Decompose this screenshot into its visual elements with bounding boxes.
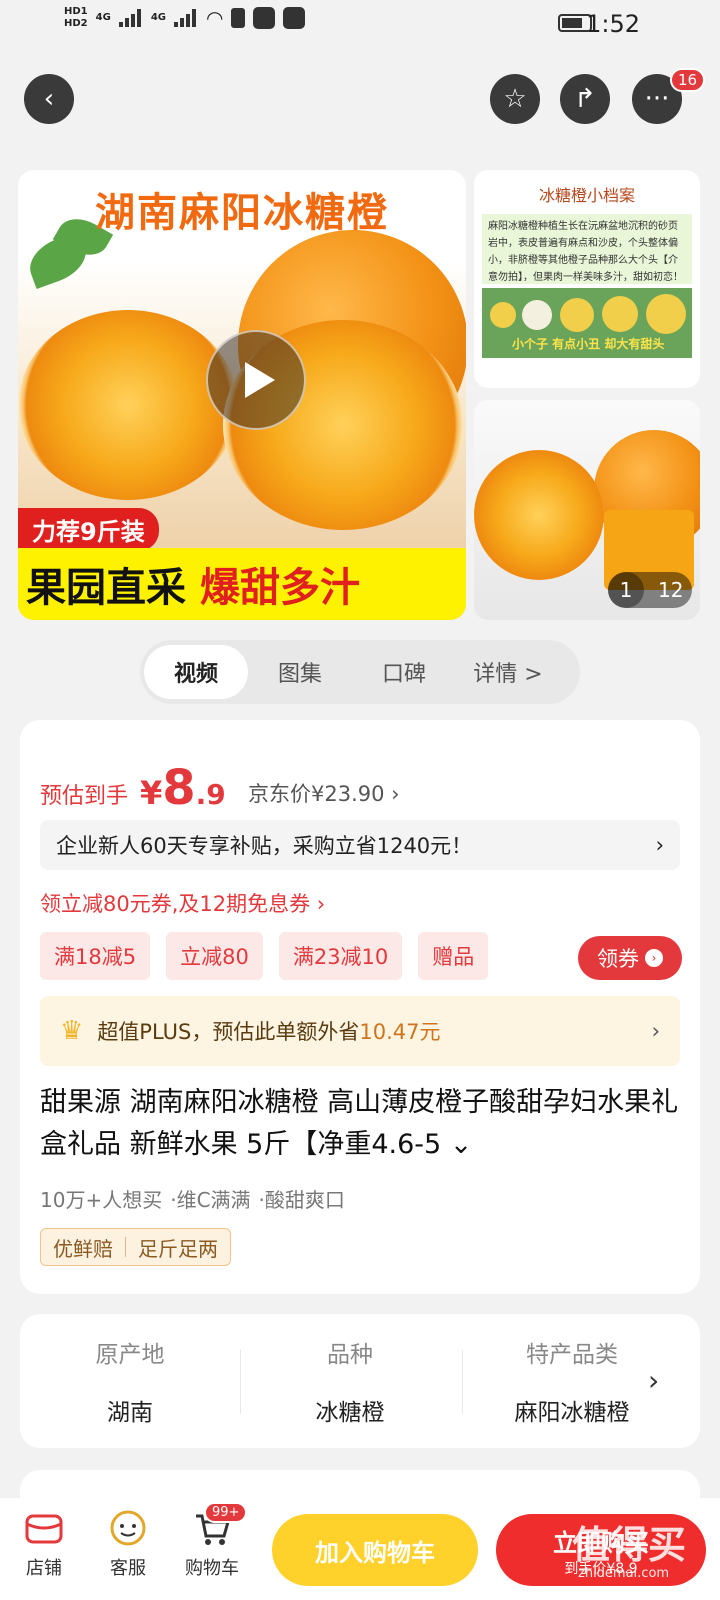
notification-icon (231, 8, 246, 28)
star-icon: ☆ (503, 84, 527, 114)
service-icon (108, 1508, 148, 1548)
status-bar: HD1 HD2 4G 4G ◠ 1:52 (0, 0, 720, 50)
back-button[interactable]: ‹ (24, 74, 74, 124)
message-icon (283, 7, 306, 29)
cart-badge: 99+ (204, 1502, 248, 1523)
product-highlights: 10万+人想买 ·维C满满 ·酸甜爽口 (40, 1188, 345, 1212)
favorite-button[interactable]: ☆ (490, 74, 540, 124)
play-video-button[interactable] (206, 330, 306, 430)
status-time: 1:52 (586, 10, 640, 38)
guarantee-badges[interactable]: 优鲜赔 足斤足两 (40, 1228, 231, 1266)
product-title[interactable]: 甜果源 湖南麻阳冰糖橙 高山薄皮橙子酸甜孕妇水果礼盒礼品 新鲜水果 5斤【净重4… (40, 1082, 680, 1166)
share-button[interactable]: ↱ (560, 74, 610, 124)
estimated-price: ¥8.9 (140, 760, 226, 816)
orange-image (474, 450, 604, 580)
store-icon (24, 1508, 64, 1548)
network-type-2: 4G (150, 12, 166, 23)
attribute-origin: 原产地 湖南 (95, 1342, 165, 1426)
attribute-variety: 品种 冰糖橙 (315, 1342, 385, 1426)
chevron-right-icon: › (645, 949, 663, 967)
orange-image (18, 310, 238, 500)
orange-size-comparison: 小个子 有点小丑 却大有甜头 (482, 288, 692, 358)
gallery-pager: 1 12 (608, 572, 692, 608)
product-info-card: 预估到手 ¥8.9 京东价¥23.90 › 企业新人60天专享补贴，采购立省12… (20, 720, 700, 1294)
wifi-icon: ◠ (205, 6, 224, 30)
promo-chip[interactable]: 满18减5 (40, 932, 151, 980)
image-banner: 果园直采 爆甜多汁 (18, 548, 466, 620)
signal-icon (118, 9, 143, 27)
more-icon: ··· (644, 84, 670, 114)
status-icons: HD1 HD2 4G 4G ◠ (64, 6, 306, 30)
get-coupon-button[interactable]: 领券 › (578, 936, 682, 980)
chevron-right-icon: › (648, 1364, 660, 1397)
store-button[interactable]: 店铺 (4, 1508, 84, 1580)
image-tag: 力荐9斤装 (18, 508, 159, 551)
tab-details[interactable]: 详情 > (456, 645, 560, 699)
more-badge: 16 (670, 68, 706, 92)
plus-savings-banner[interactable]: ♛ 超值PLUS，预估此单额外省 10.47元 › (40, 996, 680, 1066)
signal-icon (173, 9, 198, 27)
gallery-thumbnail[interactable]: 冰糖橙小档案 麻阳冰糖橙种植生长在沅麻盆地沉积的砂页岩中，表皮普遍有麻点和沙皮，… (474, 170, 700, 388)
customer-service-button[interactable]: 客服 (88, 1508, 168, 1580)
chevron-right-icon: › (651, 1019, 660, 1043)
network-type-1: 4G (95, 12, 111, 23)
subsidy-banner[interactable]: 企业新人60天专享补贴，采购立省1240元！ › (40, 820, 680, 870)
chevron-left-icon: ‹ (43, 84, 55, 114)
media-tabs: 视频 图集 口碑 详情 > (140, 640, 580, 704)
tab-gallery[interactable]: 图集 (248, 645, 352, 699)
estimated-price-label: 预估到手 (40, 784, 129, 809)
promo-chip[interactable]: 满23减10 (278, 932, 403, 980)
jd-price-link[interactable]: 京东价¥23.90 › (248, 778, 400, 808)
promo-chips: 满18减5 立减80 满23减10 赠品 (40, 932, 489, 980)
watermark-url: zhidemai.com (578, 1566, 670, 1581)
promo-chip[interactable]: 赠品 (418, 932, 489, 980)
product-attributes-card[interactable]: 原产地 湖南 品种 冰糖橙 特产品类 麻阳冰糖橙 › (20, 1314, 700, 1448)
share-icon: ↱ (574, 84, 596, 114)
thumbnail-text: 麻阳冰糖橙种植生长在沅麻盆地沉积的砂页岩中，表皮普遍有麻点和沙皮，个头整体偏小，… (482, 214, 692, 284)
coupon-promo-link[interactable]: 领立减80元券,及12期免息券 › (40, 888, 325, 918)
promo-chip[interactable]: 立减80 (166, 932, 263, 980)
tab-reviews[interactable]: 口碑 (352, 645, 456, 699)
main-product-image[interactable]: 湖南麻阳冰糖橙 力荐9斤装 果园直采 爆甜多汁 (18, 170, 466, 620)
hd-indicator: HD1 HD2 (64, 6, 88, 29)
crown-icon: ♛ (60, 1016, 84, 1046)
watermark-logo: 值得买 (572, 1523, 687, 1567)
image-title: 湖南麻阳冰糖橙 (95, 190, 389, 236)
tab-video[interactable]: 视频 (144, 645, 248, 699)
chevron-right-icon: › (655, 833, 664, 857)
add-to-cart-button[interactable]: 加入购物车 (272, 1514, 478, 1586)
thumbnail-title: 冰糖橙小档案 (538, 186, 635, 205)
message-icon (253, 7, 276, 29)
subsidy-text: 企业新人60天专享补贴，采购立省1240元！ (56, 834, 473, 858)
